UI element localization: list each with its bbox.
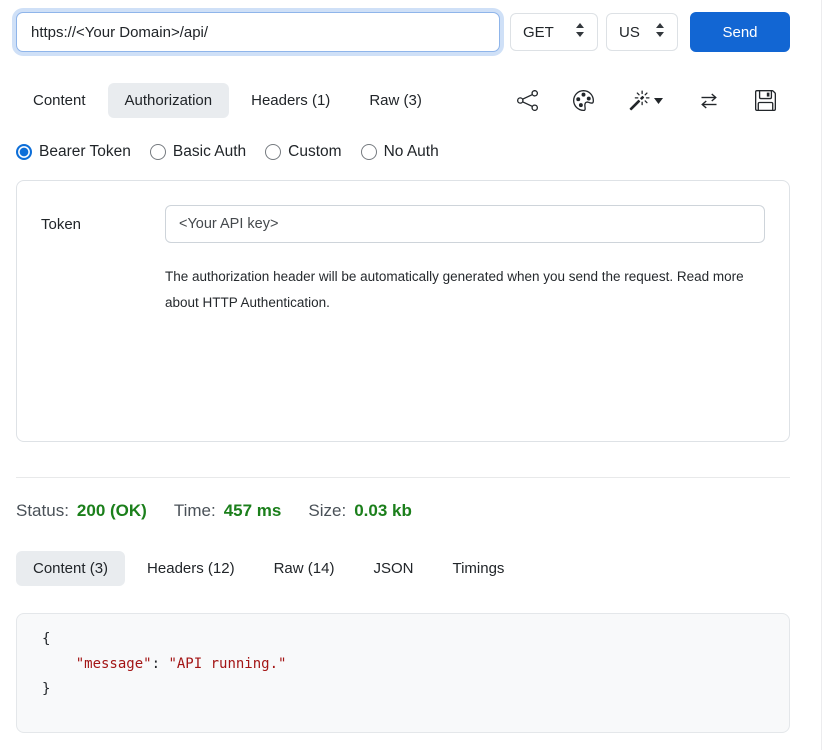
authorization-panel: Token The authorization header will be a…: [16, 180, 790, 442]
dropdown-caret-icon: [654, 98, 663, 104]
response-status-group: Status: 200 (OK): [16, 501, 147, 521]
tab-raw-14[interactable]: Raw (14): [257, 551, 352, 586]
request-toolbar: [515, 88, 790, 113]
code-token-punct: [42, 656, 76, 672]
radio-label: No Auth: [384, 143, 439, 161]
auth-radio-bearer-token[interactable]: Bearer Token: [16, 143, 131, 161]
method-select-value: GET: [523, 24, 554, 41]
radio-label: Basic Auth: [173, 143, 246, 161]
radio-circle-icon[interactable]: [150, 144, 166, 160]
api-client-page: GET US Send ContentAuthorizationHeaders …: [0, 0, 790, 733]
radio-label: Custom: [288, 143, 341, 161]
tab-headers-12[interactable]: Headers (12): [130, 551, 252, 586]
code-token-punct: :: [152, 656, 169, 672]
tab-headers-1[interactable]: Headers (1): [234, 83, 347, 118]
auth-radio-custom[interactable]: Custom: [265, 143, 341, 161]
meta-value: 200 (OK): [77, 501, 147, 521]
magic-wand-dropdown-icon[interactable]: [627, 88, 665, 113]
token-help-text: The authorization header will be automat…: [165, 264, 755, 315]
method-select[interactable]: GET: [510, 13, 598, 51]
auth-radio-no-auth[interactable]: No Auth: [361, 143, 439, 161]
meta-value: 0.03 kb: [354, 501, 412, 521]
tab-timings[interactable]: Timings: [435, 551, 521, 586]
token-row: Token: [41, 205, 765, 243]
tab-content[interactable]: Content: [16, 83, 103, 118]
token-label: Token: [41, 216, 165, 233]
response-body-block: { "message": "API running." }: [16, 613, 790, 733]
radio-circle-icon[interactable]: [265, 144, 281, 160]
auth-radio-basic-auth[interactable]: Basic Auth: [150, 143, 246, 161]
region-select[interactable]: US: [606, 13, 678, 51]
auth-mode-options: Bearer Token Basic Auth Custom No Auth: [16, 143, 790, 161]
select-updown-icon: [655, 23, 665, 41]
save-icon[interactable]: [753, 88, 778, 113]
radio-label: Bearer Token: [39, 143, 131, 161]
select-updown-icon: [575, 23, 585, 41]
response-size-group: Size: 0.03 kb: [308, 501, 411, 521]
response-status-row: Status: 200 (OK) Time: 457 ms Size: 0.03 kb: [16, 501, 790, 521]
tab-content-3[interactable]: Content (3): [16, 551, 125, 586]
right-column-divider: [821, 0, 822, 750]
meta-label: Time:: [174, 501, 216, 521]
swap-arrows-icon[interactable]: [696, 89, 722, 113]
code-token-punct: }: [42, 681, 50, 697]
tab-authorization[interactable]: Authorization: [108, 83, 230, 118]
meta-value: 457 ms: [224, 501, 282, 521]
tab-json[interactable]: JSON: [356, 551, 430, 586]
code-token-string: "API running.": [168, 656, 286, 672]
request-url-bar: GET US Send: [16, 12, 790, 52]
send-button[interactable]: Send: [690, 12, 790, 52]
meta-label: Status:: [16, 501, 69, 521]
request-tabs-row: ContentAuthorizationHeaders (1)Raw (3): [16, 83, 790, 118]
radio-circle-icon[interactable]: [361, 144, 377, 160]
response-json-code: { "message": "API running." }: [42, 627, 769, 702]
request-tabs: ContentAuthorizationHeaders (1)Raw (3): [16, 83, 444, 118]
radio-circle-icon[interactable]: [16, 144, 32, 160]
palette-icon[interactable]: [571, 88, 596, 113]
token-input[interactable]: [165, 205, 765, 243]
code-token-punct: {: [42, 631, 50, 647]
tab-raw-3[interactable]: Raw (3): [352, 83, 439, 118]
meta-label: Size:: [308, 501, 346, 521]
code-token-string: "message": [76, 656, 152, 672]
request-response-divider: [16, 477, 790, 478]
share-icon[interactable]: [515, 88, 540, 113]
response-time-group: Time: 457 ms: [174, 501, 282, 521]
url-input[interactable]: [16, 12, 500, 52]
response-tabs: Content (3)Headers (12)Raw (14)JSONTimin…: [16, 551, 790, 586]
region-select-value: US: [619, 24, 640, 41]
